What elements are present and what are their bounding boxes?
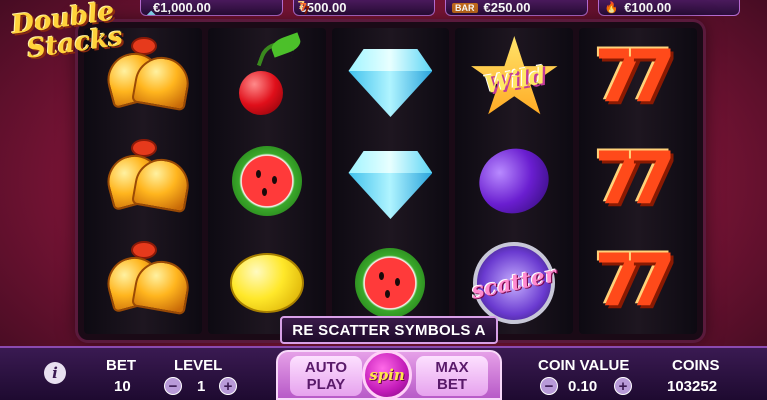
jackpot-bar-symbol: BAR €250.00 <box>445 0 588 16</box>
plum-icon <box>470 138 559 224</box>
sevens-symbol: 77 <box>588 235 688 331</box>
wild-label: Wild <box>481 59 548 99</box>
seven-icon: 7 <box>626 34 677 118</box>
seven-icon: 7 <box>626 136 677 220</box>
lemon-icon <box>229 253 304 313</box>
fire-icon: 🔥 <box>604 2 619 14</box>
jackpot-seven: 7 €500.00 <box>292 0 435 16</box>
sevens-symbol: 77 <box>588 31 688 127</box>
coin-value-label: COIN VALUE <box>538 357 630 374</box>
reel-4: Wild scatter <box>455 28 574 334</box>
cherry-icon <box>238 71 283 115</box>
message-banner: RE SCATTER SYMBOLS A <box>280 316 498 344</box>
coin-value: 0.10 <box>568 378 598 395</box>
level-plus-button[interactable]: + <box>219 377 237 395</box>
info-button[interactable]: i <box>44 362 66 384</box>
bell-symbol <box>93 235 193 331</box>
plum-symbol <box>464 133 564 229</box>
level-label: LEVEL <box>174 357 223 374</box>
bet-label: BET <box>106 357 136 374</box>
reel-1 <box>84 28 202 334</box>
seven-icon: 7 <box>626 238 677 322</box>
reel-3 <box>331 28 450 334</box>
level-value: 1 <box>197 378 206 395</box>
autoplay-button[interactable]: AUTO PLAY <box>290 356 362 396</box>
jackpot-amount: €250.00 <box>483 0 531 15</box>
watermelon-icon <box>231 146 302 216</box>
bet-value: 10 <box>114 378 131 395</box>
autoplay-label-line-2: PLAY <box>306 376 346 393</box>
coin-value-minus-button[interactable]: − <box>540 377 558 395</box>
jackpot-amount: €100.00 <box>624 0 672 15</box>
diamond-symbol <box>340 31 440 127</box>
autoplay-label-line-1: AUTO <box>304 359 348 376</box>
reel-2 <box>207 28 326 334</box>
cherry-symbol <box>217 31 317 127</box>
sevens-symbol: 77 <box>588 133 688 229</box>
jackpot-fire: 🔥 €100.00 <box>597 0 740 16</box>
max-bet-label-line-1: MAX <box>435 359 469 376</box>
seven-icon: 7 <box>299 1 308 14</box>
jackpot-amount: €1,000.00 <box>153 0 211 15</box>
coins-label: COINS <box>672 357 720 374</box>
max-bet-button[interactable]: MAX BET <box>416 356 488 396</box>
bar-icon: BAR <box>452 2 478 13</box>
diamond-symbol <box>340 133 440 229</box>
coins-value: 103252 <box>667 378 718 395</box>
spin-button[interactable]: spin <box>362 350 412 400</box>
level-minus-button[interactable]: − <box>164 377 182 395</box>
wild-symbol: Wild <box>464 31 564 127</box>
reel-5: 77 77 77 <box>579 28 697 334</box>
bell-symbol <box>93 133 193 229</box>
watermelon-icon <box>355 248 426 318</box>
max-bet-label-line-2: BET <box>437 376 467 393</box>
jackpot-diamond: ◆ €1,000.00 <box>140 0 283 16</box>
jackpot-bar: ◆ €1,000.00 7 €500.00 BAR €250.00 🔥 €100… <box>140 0 740 18</box>
reel-area: Wild scatter 77 77 77 <box>78 22 703 340</box>
coin-value-plus-button[interactable]: + <box>614 377 632 395</box>
watermelon-symbol <box>217 133 317 229</box>
